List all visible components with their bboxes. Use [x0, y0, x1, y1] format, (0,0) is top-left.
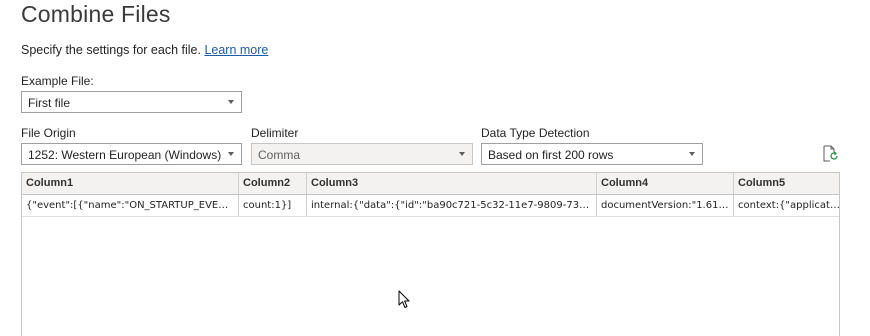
- table-cell: internal:{"data":{"id":"ba90c721-5c32-11…: [307, 195, 597, 216]
- delimiter-value: Comma: [258, 148, 301, 162]
- chevron-down-icon: [228, 152, 234, 156]
- example-file-value: First file: [28, 96, 70, 110]
- table-cell: context:{"application: [738, 200, 840, 211]
- table-row: {"event":[{"name":"ON_STARTUP_EVENT" cou…: [22, 195, 840, 217]
- mouse-cursor-icon: [398, 290, 410, 308]
- column-header[interactable]: Column4: [597, 173, 734, 194]
- column-header[interactable]: Column5: [734, 173, 839, 194]
- table-cell: documentVersion:"1.61"}}: [597, 195, 734, 216]
- delimiter-select[interactable]: Comma: [251, 143, 473, 165]
- data-type-detection-select[interactable]: Based on first 200 rows: [481, 143, 703, 165]
- learn-more-link[interactable]: Learn more: [204, 43, 268, 57]
- example-file-select[interactable]: First file: [21, 91, 242, 113]
- subtitle-text: Specify the settings for each file.: [21, 43, 201, 57]
- chevron-down-icon: [689, 152, 695, 156]
- grid-header-row: Column1 Column2 Column3 Column4 Column5: [22, 173, 839, 195]
- table-cell: {"event":[{"name":"ON_STARTUP_EVENT": [22, 195, 239, 216]
- file-origin-label: File Origin: [21, 126, 76, 140]
- column-header[interactable]: Column3: [307, 173, 597, 194]
- dialog-title: Combine Files: [21, 1, 171, 27]
- delimiter-label: Delimiter: [251, 126, 299, 140]
- file-origin-select[interactable]: 1252: Western European (Windows): [21, 143, 242, 165]
- column-header[interactable]: Column2: [239, 173, 307, 194]
- dialog-subtitle: Specify the settings for each file. Lear…: [21, 43, 268, 57]
- chevron-down-icon: [228, 100, 234, 104]
- data-type-detection-label: Data Type Detection: [481, 126, 590, 140]
- chevron-down-icon: [459, 152, 465, 156]
- table-cell: count:1}]: [239, 195, 307, 216]
- preview-grid: Column1 Column2 Column3 Column4 Column5 …: [21, 172, 840, 336]
- column-header[interactable]: Column1: [22, 173, 239, 194]
- data-type-detection-value: Based on first 200 rows: [488, 148, 614, 162]
- file-origin-value: 1252: Western European (Windows): [28, 148, 222, 162]
- example-file-label: Example File:: [21, 74, 94, 88]
- refresh-preview-icon[interactable]: [822, 145, 838, 162]
